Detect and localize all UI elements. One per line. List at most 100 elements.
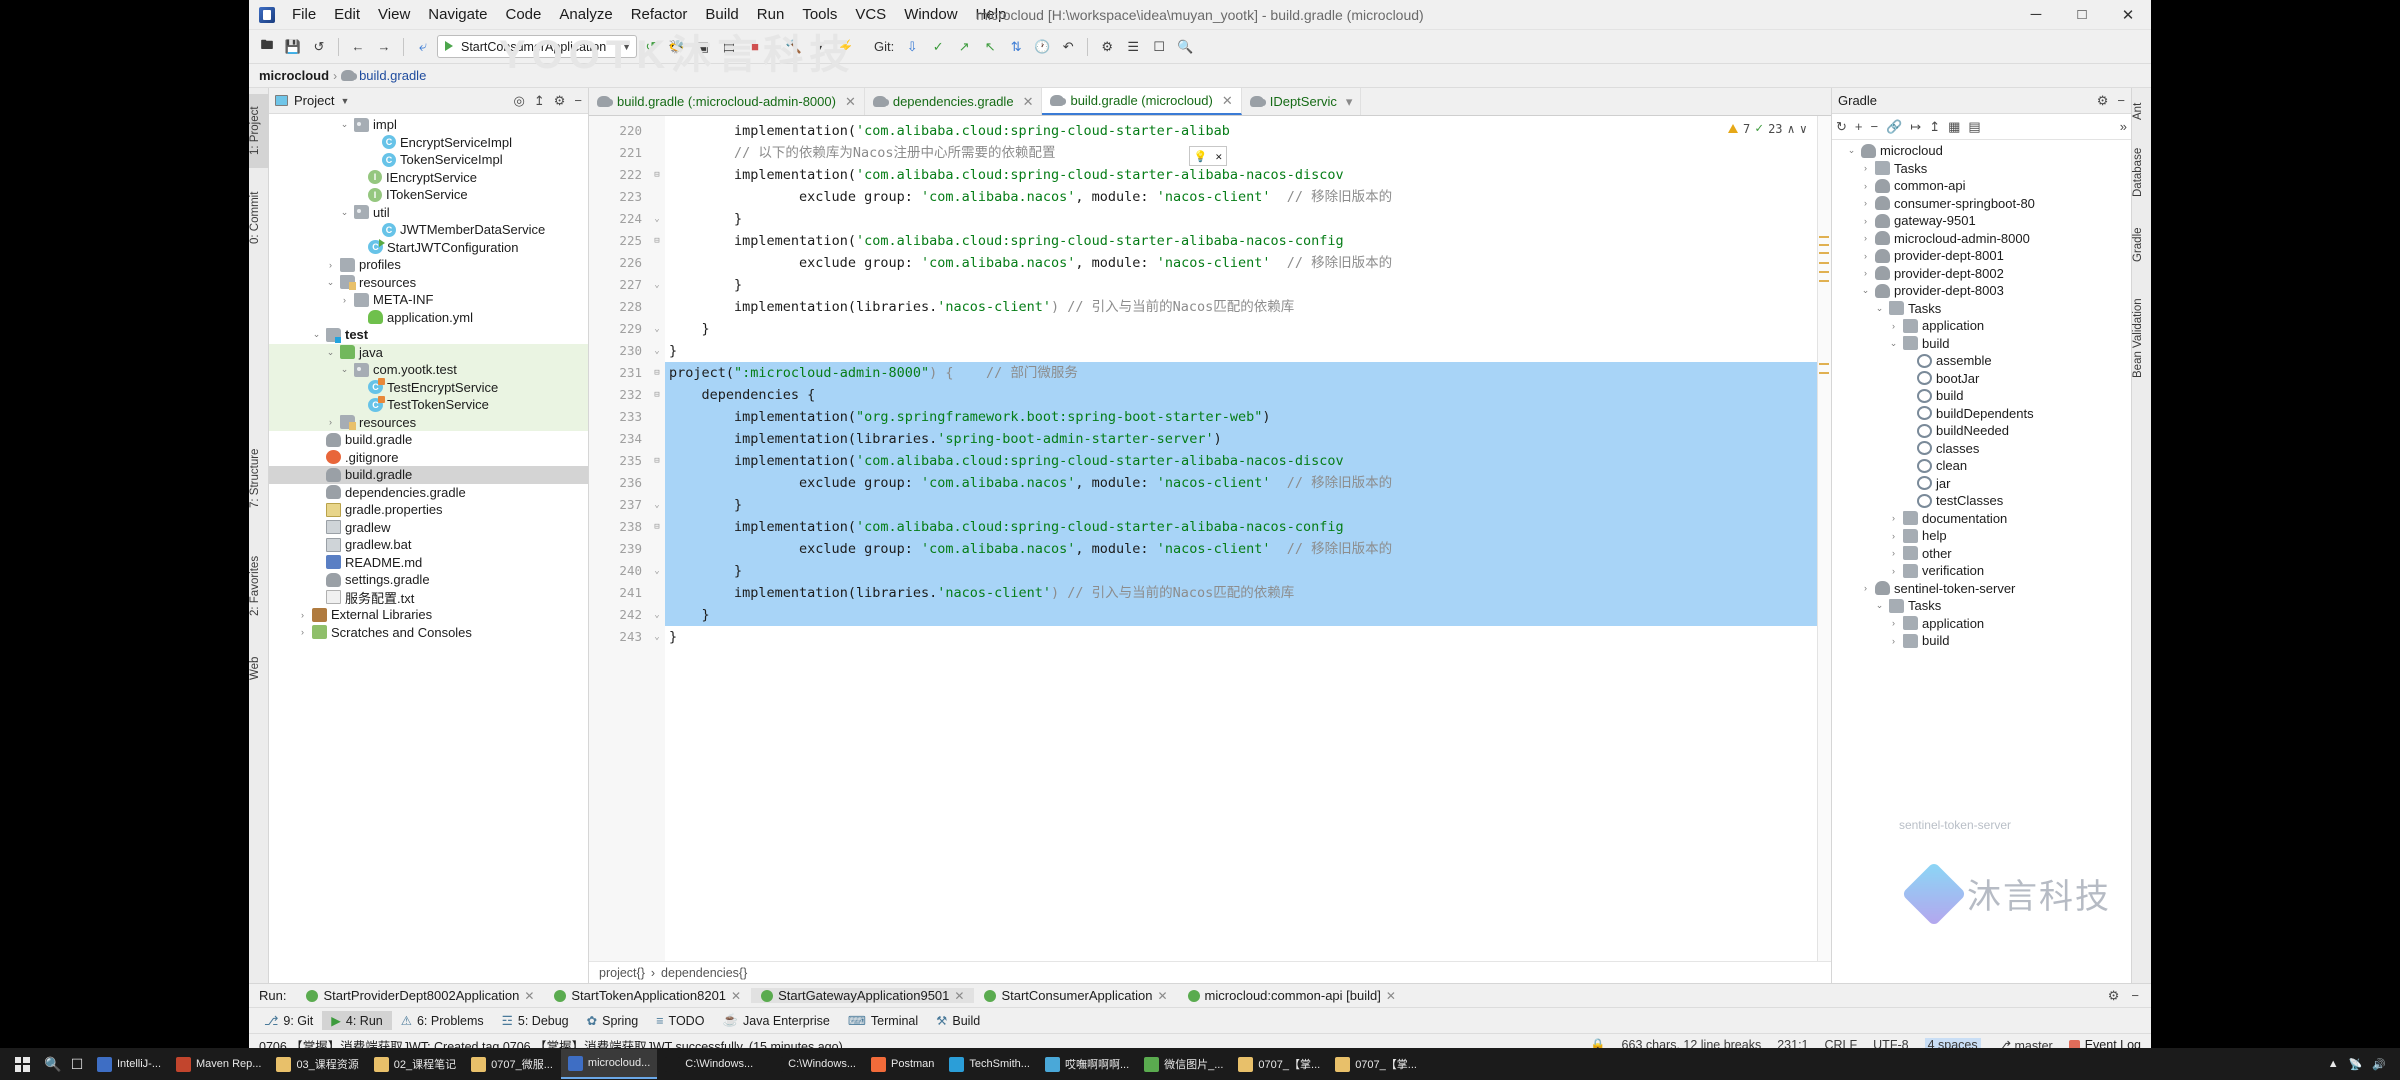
editor-tab[interactable]: dependencies.gradle ✕	[865, 88, 1043, 115]
collapse-all-icon[interactable]: ↥	[534, 93, 545, 109]
fold-marker[interactable]: ⊟	[649, 516, 665, 538]
gear-icon[interactable]: ⚙	[2108, 988, 2120, 1004]
fold-marker[interactable]	[649, 120, 665, 142]
expand-arrow-icon[interactable]: ›	[1860, 216, 1871, 226]
code-line[interactable]: exclude group: 'com.alibaba.nacos', modu…	[665, 472, 1831, 494]
tree-node[interactable]: settings.gradle	[269, 571, 588, 589]
expand-arrow-icon[interactable]: ›	[1860, 583, 1871, 593]
code-line[interactable]: implementation('com.alibaba.cloud:spring…	[665, 450, 1831, 472]
gear-icon[interactable]: ⚙	[554, 93, 566, 109]
tree-node[interactable]: › sentinel-token-server	[1832, 580, 2131, 598]
tree-node[interactable]: I IEncryptService	[269, 169, 588, 187]
tool-window-button[interactable]: ✿ Spring	[578, 1011, 648, 1030]
maximize-button[interactable]: □	[2059, 0, 2105, 30]
code-line[interactable]: implementation(libraries.'nacos-client')…	[665, 582, 1831, 604]
search-icon[interactable]: 🔍	[1173, 35, 1197, 59]
tree-node[interactable]: ⌄ Tasks	[1832, 597, 2131, 615]
tool-window-button[interactable]: ☕ Java Enterprise	[713, 1011, 838, 1030]
menu-item-vcs[interactable]: VCS	[846, 3, 895, 26]
code-line[interactable]: }	[665, 560, 1831, 582]
code-line[interactable]: exclude group: 'com.alibaba.nacos', modu…	[665, 252, 1831, 274]
expand-arrow-icon[interactable]: ›	[1860, 163, 1871, 173]
expand-all-icon[interactable]: ↦	[1910, 119, 1921, 135]
code-line[interactable]: }	[665, 318, 1831, 340]
code-line[interactable]: implementation('com.alibaba.cloud:spring…	[665, 164, 1831, 186]
expand-arrow-icon[interactable]: ⌄	[311, 329, 322, 340]
expand-arrow-icon[interactable]: ⌄	[1874, 303, 1885, 314]
menu-item-run[interactable]: Run	[748, 3, 794, 26]
stop-icon[interactable]: ■	[743, 35, 767, 59]
tree-node[interactable]: jar	[1832, 475, 2131, 493]
tree-node[interactable]: › consumer-springboot-80	[1832, 195, 2131, 213]
tree-node[interactable]: testClasses	[1832, 492, 2131, 510]
code-viewport[interactable]: 220 221 222 223 224 225 226 227 228 229 230 231 232 2…	[589, 116, 1831, 961]
code-line[interactable]: implementation("org.springframework.boot…	[665, 406, 1831, 428]
close-icon[interactable]: ✕	[1386, 989, 1396, 1003]
tool-window-button[interactable]: ⚒ Build	[927, 1011, 989, 1030]
more-icon[interactable]: »	[2120, 119, 2127, 134]
fold-marker[interactable]: ⌄	[649, 604, 665, 626]
tree-node[interactable]: ⌄ com.yootk.test	[269, 361, 588, 379]
menu-item-navigate[interactable]: Navigate	[419, 3, 496, 26]
taskbar-tray[interactable]: ▲ 📡 🔊	[2328, 1058, 2396, 1071]
sync-icon[interactable]: ↺	[307, 35, 331, 59]
tray-chevron-icon[interactable]: ▲	[2328, 1058, 2339, 1070]
code-line[interactable]: }	[665, 274, 1831, 296]
tool-window-button[interactable]: ⎇ 9: Git	[255, 1011, 322, 1030]
fold-marker[interactable]: ⌄	[649, 208, 665, 230]
gradle-panel-actions[interactable]: ⚙ −	[2097, 93, 2125, 109]
tree-node[interactable]: › application	[1832, 615, 2131, 633]
build-hammer-icon[interactable]: 🔨	[782, 35, 806, 59]
coverage-icon[interactable]: ▣	[691, 35, 715, 59]
expand-arrow-icon[interactable]: ›	[1860, 233, 1871, 243]
fold-marker[interactable]	[649, 472, 665, 494]
taskbar-item[interactable]: TechSmith...	[942, 1049, 1037, 1079]
expand-arrow-icon[interactable]: ›	[1860, 268, 1871, 278]
start-button[interactable]	[4, 1049, 40, 1079]
fold-marker[interactable]: ⌄	[649, 318, 665, 340]
tree-node[interactable]: C TestEncryptService	[269, 378, 588, 396]
tree-node[interactable]: application.yml	[269, 309, 588, 327]
expand-arrow-icon[interactable]: ›	[297, 627, 308, 637]
prev-problem-icon[interactable]: ∧	[1788, 122, 1795, 136]
close-icon[interactable]: ✕	[1222, 93, 1233, 109]
git-branch-icon[interactable]: ↖	[978, 35, 1002, 59]
taskbar-taskview-icon[interactable]: ☐	[66, 1049, 88, 1079]
taskbar-item[interactable]: 02_课程笔记	[367, 1049, 463, 1079]
tree-node[interactable]: ⌄ build	[1832, 335, 2131, 353]
tree-node[interactable]: build	[1832, 387, 2131, 405]
menu-item-edit[interactable]: Edit	[325, 3, 369, 26]
expand-arrow-icon[interactable]: ⌄	[339, 207, 350, 218]
git-update-icon[interactable]: ⇩	[900, 35, 924, 59]
expand-arrow-icon[interactable]: ⌄	[1860, 285, 1871, 296]
tree-node[interactable]: 服务配置.txt	[269, 589, 588, 607]
add-icon[interactable]: +	[1855, 119, 1863, 134]
editor-tab[interactable]: build.gradle (:microcloud-admin-8000) ✕	[589, 88, 865, 115]
tree-node[interactable]: › External Libraries	[269, 606, 588, 624]
taskbar-item[interactable]: 0707_【掌...	[1328, 1049, 1424, 1079]
error-stripe-scrollbar[interactable]	[1817, 116, 1831, 961]
editor-breadcrumb[interactable]: project{} › dependencies{}	[589, 961, 1831, 983]
refresh-icon[interactable]: ↻	[1836, 119, 1847, 135]
run-configuration-selector[interactable]: StartConsumerApplication ▼	[437, 35, 637, 58]
fold-marker[interactable]: ⊟	[649, 164, 665, 186]
tool-window-button[interactable]: ☲ 5: Debug	[493, 1011, 578, 1030]
windows-taskbar[interactable]: 🔍 ☐ IntelliJ-... Maven Rep... 03_课程资源 02_课程…	[0, 1048, 2400, 1080]
sidebar-item-bean-validation[interactable]: Bean Validation	[2132, 284, 2151, 392]
fold-marker[interactable]	[649, 428, 665, 450]
editor-tab[interactable]: build.gradle (microcloud) ✕	[1042, 88, 1242, 115]
tree-node[interactable]: › help	[1832, 527, 2131, 545]
code-folding-column[interactable]: ⊟ ⌄ ⊟ ⌄ ⌄ ⌄ ⊟ ⊟ ⊟ ⌄ ⊟ ⌄ ⌄ ⌄	[649, 116, 665, 961]
tree-node[interactable]: buildNeeded	[1832, 422, 2131, 440]
tree-node[interactable]: I ITokenService	[269, 186, 588, 204]
code-line[interactable]: project(":microcloud-admin-8000") { // 部…	[665, 362, 1831, 384]
code-line[interactable]: // 以下的依赖库为Nacos注册中心所需要的依赖配置	[665, 142, 1831, 164]
taskbar-item[interactable]: 微信图片_...	[1137, 1049, 1230, 1079]
tray-volume-icon[interactable]: 🔊	[2372, 1058, 2386, 1071]
run-tab[interactable]: StartGatewayApplication9501 ✕	[751, 988, 975, 1003]
expand-arrow-icon[interactable]: ⌄	[325, 347, 336, 358]
code-line[interactable]: }	[665, 340, 1831, 362]
code-line[interactable]: }	[665, 494, 1831, 516]
tree-node[interactable]: assemble	[1832, 352, 2131, 370]
fold-marker[interactable]	[649, 406, 665, 428]
